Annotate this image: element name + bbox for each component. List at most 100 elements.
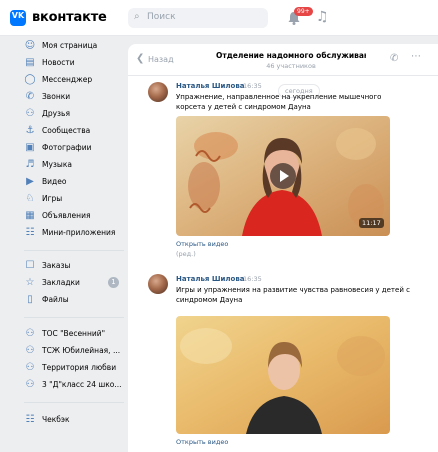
bookmark-icon: ☆ xyxy=(25,277,35,288)
chevron-left-icon[interactable]: ❮ xyxy=(136,53,144,64)
sidebar-divider xyxy=(24,402,124,403)
sidebar-group-4[interactable]: ⚇ 3 "Д"класс 24 шко... xyxy=(24,379,128,393)
open-video-link[interactable]: Открыть видео xyxy=(176,240,228,248)
games-icon: ♘ xyxy=(25,193,35,204)
sidebar-item-mini-apps[interactable]: ☷ Мини-приложения xyxy=(24,227,128,241)
user-icon: ☺ xyxy=(24,40,36,51)
sidebar-group-3[interactable]: ⚇ Территория любви xyxy=(24,362,128,376)
sidebar-item-bookmarks[interactable]: ☆ Закладки 1 xyxy=(24,277,128,291)
sidebar-item-video[interactable]: ▶ Видео xyxy=(24,176,128,190)
video-duration: 11:17 xyxy=(359,218,384,228)
message-text-line: Упражнение, направленное на укрепление м… xyxy=(176,93,382,101)
open-video-link[interactable]: Открыть видео xyxy=(176,438,228,446)
sidebar-item-label: Новости xyxy=(42,58,75,67)
music-icon: ♬ xyxy=(25,159,35,170)
sidebar-item-label: Музыка xyxy=(42,160,72,169)
notifications-button[interactable]: 99+ xyxy=(286,7,313,26)
search-icon: ⌕ xyxy=(134,11,140,22)
files-icon: ▯ xyxy=(27,294,33,305)
sidebar-item-friends[interactable]: ⚇ Друзья xyxy=(24,108,128,122)
message-text-line: корсета у детей с синдромом Дауна xyxy=(176,103,311,111)
sidebar-item-my-page[interactable]: ☺ Моя страница xyxy=(24,40,128,54)
checkback-icon: ☷ xyxy=(25,414,35,425)
sidebar-item-files[interactable]: ▯ Файлы xyxy=(24,294,128,308)
chat-title[interactable]: Отделение надомного обслуживания с... xyxy=(216,51,366,60)
phone-icon: ✆ xyxy=(25,91,35,102)
chat-panel: ❮ Назад Отделение надомного обслуживания… xyxy=(128,44,438,452)
message-author[interactable]: Наталья Шилова xyxy=(176,82,245,90)
sidebar-item-label: Игры xyxy=(42,194,63,203)
sidebar-item-label: ТСЖ Юбилейная, ... xyxy=(42,346,121,355)
sidebar-item-photos[interactable]: ▣ Фотографии xyxy=(24,142,128,156)
video-icon: ▶ xyxy=(26,176,34,187)
more-icon[interactable]: ⋯ xyxy=(411,51,422,62)
music-icon[interactable]: ♫ xyxy=(316,9,329,25)
sidebar-item-groups[interactable]: ⚓ Сообщества xyxy=(24,125,128,139)
bookmarks-count-badge: 1 xyxy=(108,277,119,288)
sidebar-item-label: Видео xyxy=(42,177,67,186)
chat-icon: ◯ xyxy=(24,74,36,85)
video-preview[interactable]: 11:17 xyxy=(176,116,390,236)
play-button[interactable] xyxy=(270,163,296,189)
orders-icon: ☐ xyxy=(25,260,35,271)
sidebar-item-label: Мессенджер xyxy=(42,75,93,84)
brand-name[interactable]: вконтакте xyxy=(32,10,107,25)
sidebar-item-label: Звонки xyxy=(42,92,71,101)
sidebar-divider xyxy=(24,250,124,251)
groups-icon: ⚓ xyxy=(25,125,35,136)
news-icon: ▤ xyxy=(25,57,35,68)
chat-header: ❮ Назад Отделение надомного обслуживания… xyxy=(128,44,438,76)
group-icon: ⚇ xyxy=(25,362,35,373)
avatar[interactable] xyxy=(148,82,168,102)
sidebar-item-label: Сообщества xyxy=(42,126,91,135)
sidebar-item-label: Друзья xyxy=(42,109,70,118)
sidebar-item-label: Территория любви xyxy=(42,363,117,372)
photo-icon: ▣ xyxy=(25,142,35,153)
sidebar-item-news[interactable]: ▤ Новости xyxy=(24,57,128,71)
sidebar-divider xyxy=(24,317,124,318)
sidebar-item-ads[interactable]: ▦ Объявления xyxy=(24,210,128,224)
video-preview[interactable] xyxy=(176,316,390,434)
video-thumbnail xyxy=(176,316,390,434)
sidebar-item-games[interactable]: ♘ Игры xyxy=(24,193,128,207)
message-text-line: Игры и упражнения на развитие чувства ра… xyxy=(176,286,410,294)
sidebar-item-label: Чекбэк xyxy=(42,415,70,424)
message-time[interactable]: 16:35 xyxy=(243,275,262,283)
ads-icon: ▦ xyxy=(25,210,35,221)
message-author[interactable]: Наталья Шилова xyxy=(176,275,245,283)
sidebar-item-messenger[interactable]: ◯ Мессенджер xyxy=(24,74,128,88)
sidebar-item-label: 3 "Д"класс 24 шко... xyxy=(42,380,122,389)
message-text-line: синдромом Дауна xyxy=(176,296,243,304)
search-placeholder: Поиск xyxy=(147,12,176,22)
friends-icon: ⚇ xyxy=(25,108,35,119)
back-button[interactable]: Назад xyxy=(148,55,174,64)
sidebar-item-label: Моя страница xyxy=(42,41,98,50)
sidebar-item-label: Мини-приложения xyxy=(42,228,116,237)
sidebar: ☺ Моя страница ▤ Новости ◯ Мессенджер ✆ Звон… xyxy=(0,36,128,452)
phone-icon[interactable]: ✆ xyxy=(390,53,398,64)
top-header: VK вконтакте ⌕ Поиск 99+ ♫ xyxy=(0,0,438,36)
sidebar-item-label: Заказы xyxy=(42,261,71,270)
group-icon: ⚇ xyxy=(25,328,35,339)
message-time[interactable]: 16:35 xyxy=(243,82,262,90)
sidebar-item-checkback[interactable]: ☷ Чекбэк xyxy=(24,414,128,428)
logo-text: VK xyxy=(11,11,25,20)
apps-icon: ☷ xyxy=(25,227,35,238)
edited-label: (ред.) xyxy=(176,250,196,258)
avatar[interactable] xyxy=(148,274,168,294)
chat-members-count[interactable]: 46 участников xyxy=(216,62,366,70)
group-icon: ⚇ xyxy=(25,345,35,356)
group-icon: ⚇ xyxy=(25,379,35,390)
sidebar-item-label: ТОС "Весенний" xyxy=(42,329,106,338)
sidebar-item-label: Фотографии xyxy=(42,143,92,152)
sidebar-item-orders[interactable]: ☐ Заказы xyxy=(24,260,128,274)
sidebar-item-music[interactable]: ♬ Музыка xyxy=(24,159,128,173)
notifications-badge: 99+ xyxy=(294,7,313,16)
sidebar-item-label: Объявления xyxy=(42,211,91,220)
sidebar-item-calls[interactable]: ✆ Звонки xyxy=(24,91,128,105)
sidebar-item-label: Файлы xyxy=(42,295,69,304)
vk-logo[interactable]: VK xyxy=(10,10,26,26)
search-input[interactable]: ⌕ Поиск xyxy=(128,8,268,28)
sidebar-group-2[interactable]: ⚇ ТСЖ Юбилейная, ... xyxy=(24,345,128,359)
sidebar-group-1[interactable]: ⚇ ТОС "Весенний" xyxy=(24,328,128,342)
